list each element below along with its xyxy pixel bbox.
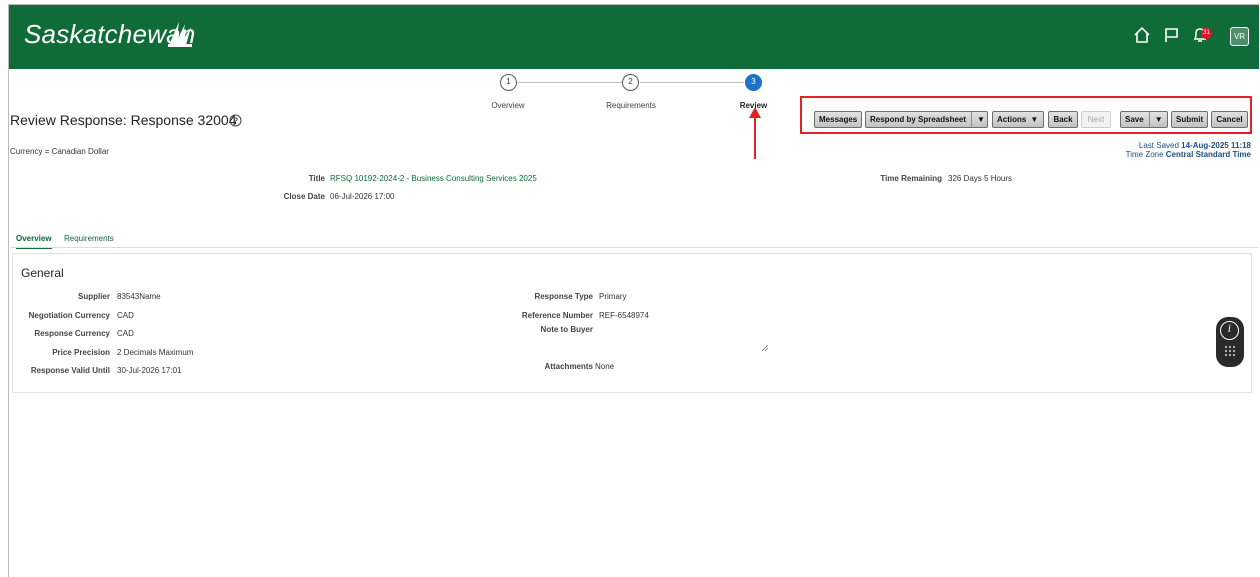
title-value[interactable]: RFSQ 10192-2024-2 - Business Consulting …	[330, 174, 537, 183]
train-connector	[518, 82, 622, 83]
train-label-requirements[interactable]: Requirements	[596, 101, 666, 110]
reference-number-value: REF-6548974	[599, 311, 649, 320]
keypad-icon[interactable]	[1223, 344, 1237, 358]
last-saved-status: Last Saved 14-Aug-2025 11:18 Time Zone C…	[1126, 141, 1251, 159]
next-button[interactable]: Next	[1081, 111, 1111, 128]
respond-by-spreadsheet-button[interactable]: Respond by Spreadsheet ▼	[865, 111, 988, 128]
response-currency-value: CAD	[117, 329, 134, 338]
save-label: Save	[1125, 115, 1144, 124]
info-icon[interactable]: i	[1220, 321, 1239, 340]
time-zone-label: Time Zone	[1125, 150, 1164, 159]
supplier-value: 83543Name	[117, 292, 161, 301]
attachments-label: Attachments	[544, 362, 593, 371]
response-type-value: Primary	[599, 292, 627, 301]
actions-button[interactable]: Actions ▼	[992, 111, 1044, 128]
currency-note: Currency = Canadian Dollar	[10, 147, 109, 156]
response-currency-label: Response Currency	[34, 329, 110, 338]
last-saved-value: 14-Aug-2025 11:18	[1181, 141, 1251, 150]
reference-number-label: Reference Number	[521, 311, 593, 320]
note-to-buyer-field[interactable]	[598, 326, 770, 353]
train-connector	[640, 82, 744, 83]
chevron-down-icon[interactable]: ▼	[1148, 112, 1163, 127]
messages-button[interactable]: Messages	[814, 111, 862, 128]
time-zone-value: Central Standard Time	[1165, 150, 1251, 159]
actions-label: Actions	[997, 115, 1027, 124]
tab-requirements[interactable]: Requirements	[64, 234, 114, 243]
response-valid-until-value: 30-Jul-2026 17:01	[117, 366, 182, 375]
notification-count-badge: 31	[1201, 28, 1212, 39]
response-valid-until-label: Response Valid Until	[30, 366, 110, 375]
train-step-overview[interactable]: 1	[500, 74, 517, 91]
wheat-logo-icon	[168, 22, 192, 47]
tab-divider	[10, 247, 1258, 248]
back-button[interactable]: Back	[1048, 111, 1078, 128]
general-heading: General	[21, 266, 64, 280]
last-saved-label: Last Saved	[1138, 141, 1179, 150]
attachments-value: None	[595, 362, 615, 371]
general-panel	[12, 253, 1252, 393]
chevron-down-icon: ▼	[1030, 115, 1039, 124]
cancel-button[interactable]: Cancel	[1211, 111, 1248, 128]
submit-button[interactable]: Submit	[1171, 111, 1208, 128]
close-date-label: Close Date	[283, 192, 325, 201]
train-label-overview[interactable]: Overview	[478, 101, 538, 110]
note-to-buyer-label: Note to Buyer	[540, 325, 593, 334]
title-label: Title	[308, 174, 325, 183]
chevron-down-icon[interactable]: ▼	[971, 112, 985, 127]
negotiation-currency-value: CAD	[117, 311, 134, 320]
supplier-label: Supplier	[77, 292, 110, 301]
time-remaining-value: 326 Days 5 Hours	[948, 174, 1013, 183]
global-header	[9, 5, 1259, 69]
price-precision-label: Price Precision	[52, 348, 110, 357]
page-title: Review Response: Response 32004	[10, 112, 237, 128]
train-step-requirements[interactable]: 2	[622, 74, 639, 91]
home-icon[interactable]	[1133, 26, 1151, 44]
train-step-review[interactable]: 3	[745, 74, 762, 91]
save-button[interactable]: Save ▼	[1120, 111, 1168, 128]
negotiation-currency-label: Negotiation Currency	[28, 311, 110, 320]
resize-handle-icon[interactable]	[762, 345, 768, 351]
response-type-label: Response Type	[534, 292, 593, 301]
user-avatar[interactable]: VR	[1230, 27, 1249, 46]
time-remaining-label: Time Remaining	[880, 174, 942, 183]
flag-icon[interactable]	[1162, 26, 1180, 44]
annotation-arrow-icon	[749, 107, 761, 159]
close-date-value: 06-Jul-2026 17:00	[330, 192, 395, 201]
price-precision-value: 2 Decimals Maximum	[117, 348, 194, 357]
respond-by-spreadsheet-label: Respond by Spreadsheet	[870, 115, 967, 124]
help-icon[interactable]	[229, 114, 242, 127]
